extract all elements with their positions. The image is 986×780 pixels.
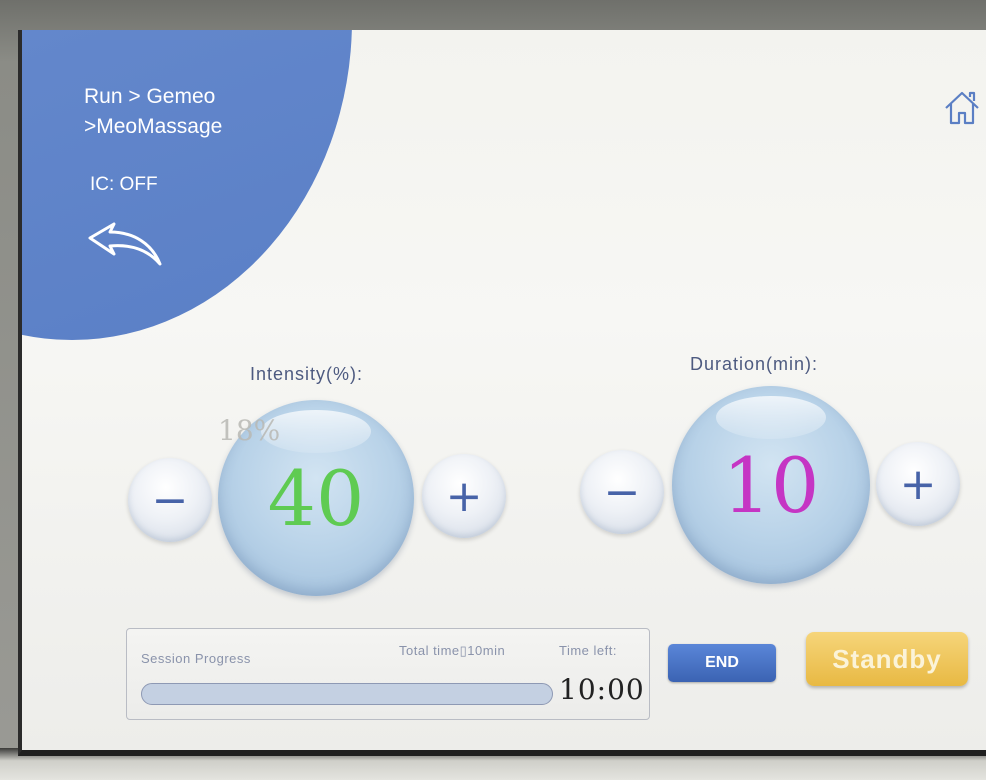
plus-icon: + <box>445 470 483 522</box>
minus-icon: − <box>151 474 189 526</box>
session-progress-bar <box>141 683 553 705</box>
back-arrow-icon[interactable] <box>86 220 166 270</box>
end-button[interactable]: END <box>668 644 776 682</box>
session-progress-panel: Session Progress Total time▯10min Time l… <box>126 628 650 720</box>
session-progress-title: Session Progress <box>141 651 251 666</box>
total-time: Total time▯10min <box>399 643 506 658</box>
breadcrumb: Run > Gemeo >MeoMassage <box>84 82 222 142</box>
breadcrumb-path: Run > Gemeo <box>84 85 216 108</box>
duration-value: 10 <box>722 440 820 530</box>
intensity-value: 40 <box>267 453 365 543</box>
duration-increase-button[interactable]: + <box>876 442 960 526</box>
standby-button[interactable]: Standby <box>806 632 968 686</box>
duration-decrease-button[interactable]: − <box>580 450 664 534</box>
duration-label: Duration(min): <box>690 354 819 374</box>
intensity-ghost-value: 18% <box>218 414 281 447</box>
time-left-value: 10:00 <box>559 673 645 706</box>
touch-screen: Run > Gemeo >MeoMassage IC: OFF Intensit… <box>18 30 986 756</box>
ic-status: IC: OFF <box>90 174 158 195</box>
breadcrumb-program: >MeoMassage <box>84 115 223 138</box>
intensity-decrease-button[interactable]: − <box>128 458 212 542</box>
time-left-label: Time left: <box>559 643 617 658</box>
duration-dial[interactable]: 10 <box>672 386 870 584</box>
home-icon[interactable] <box>942 88 982 128</box>
intensity-increase-button[interactable]: + <box>422 454 506 538</box>
minus-icon: − <box>603 466 641 518</box>
nav-corner-panel <box>22 30 352 340</box>
plus-icon: + <box>899 458 937 510</box>
intensity-label: Intensity(%): <box>250 364 364 384</box>
